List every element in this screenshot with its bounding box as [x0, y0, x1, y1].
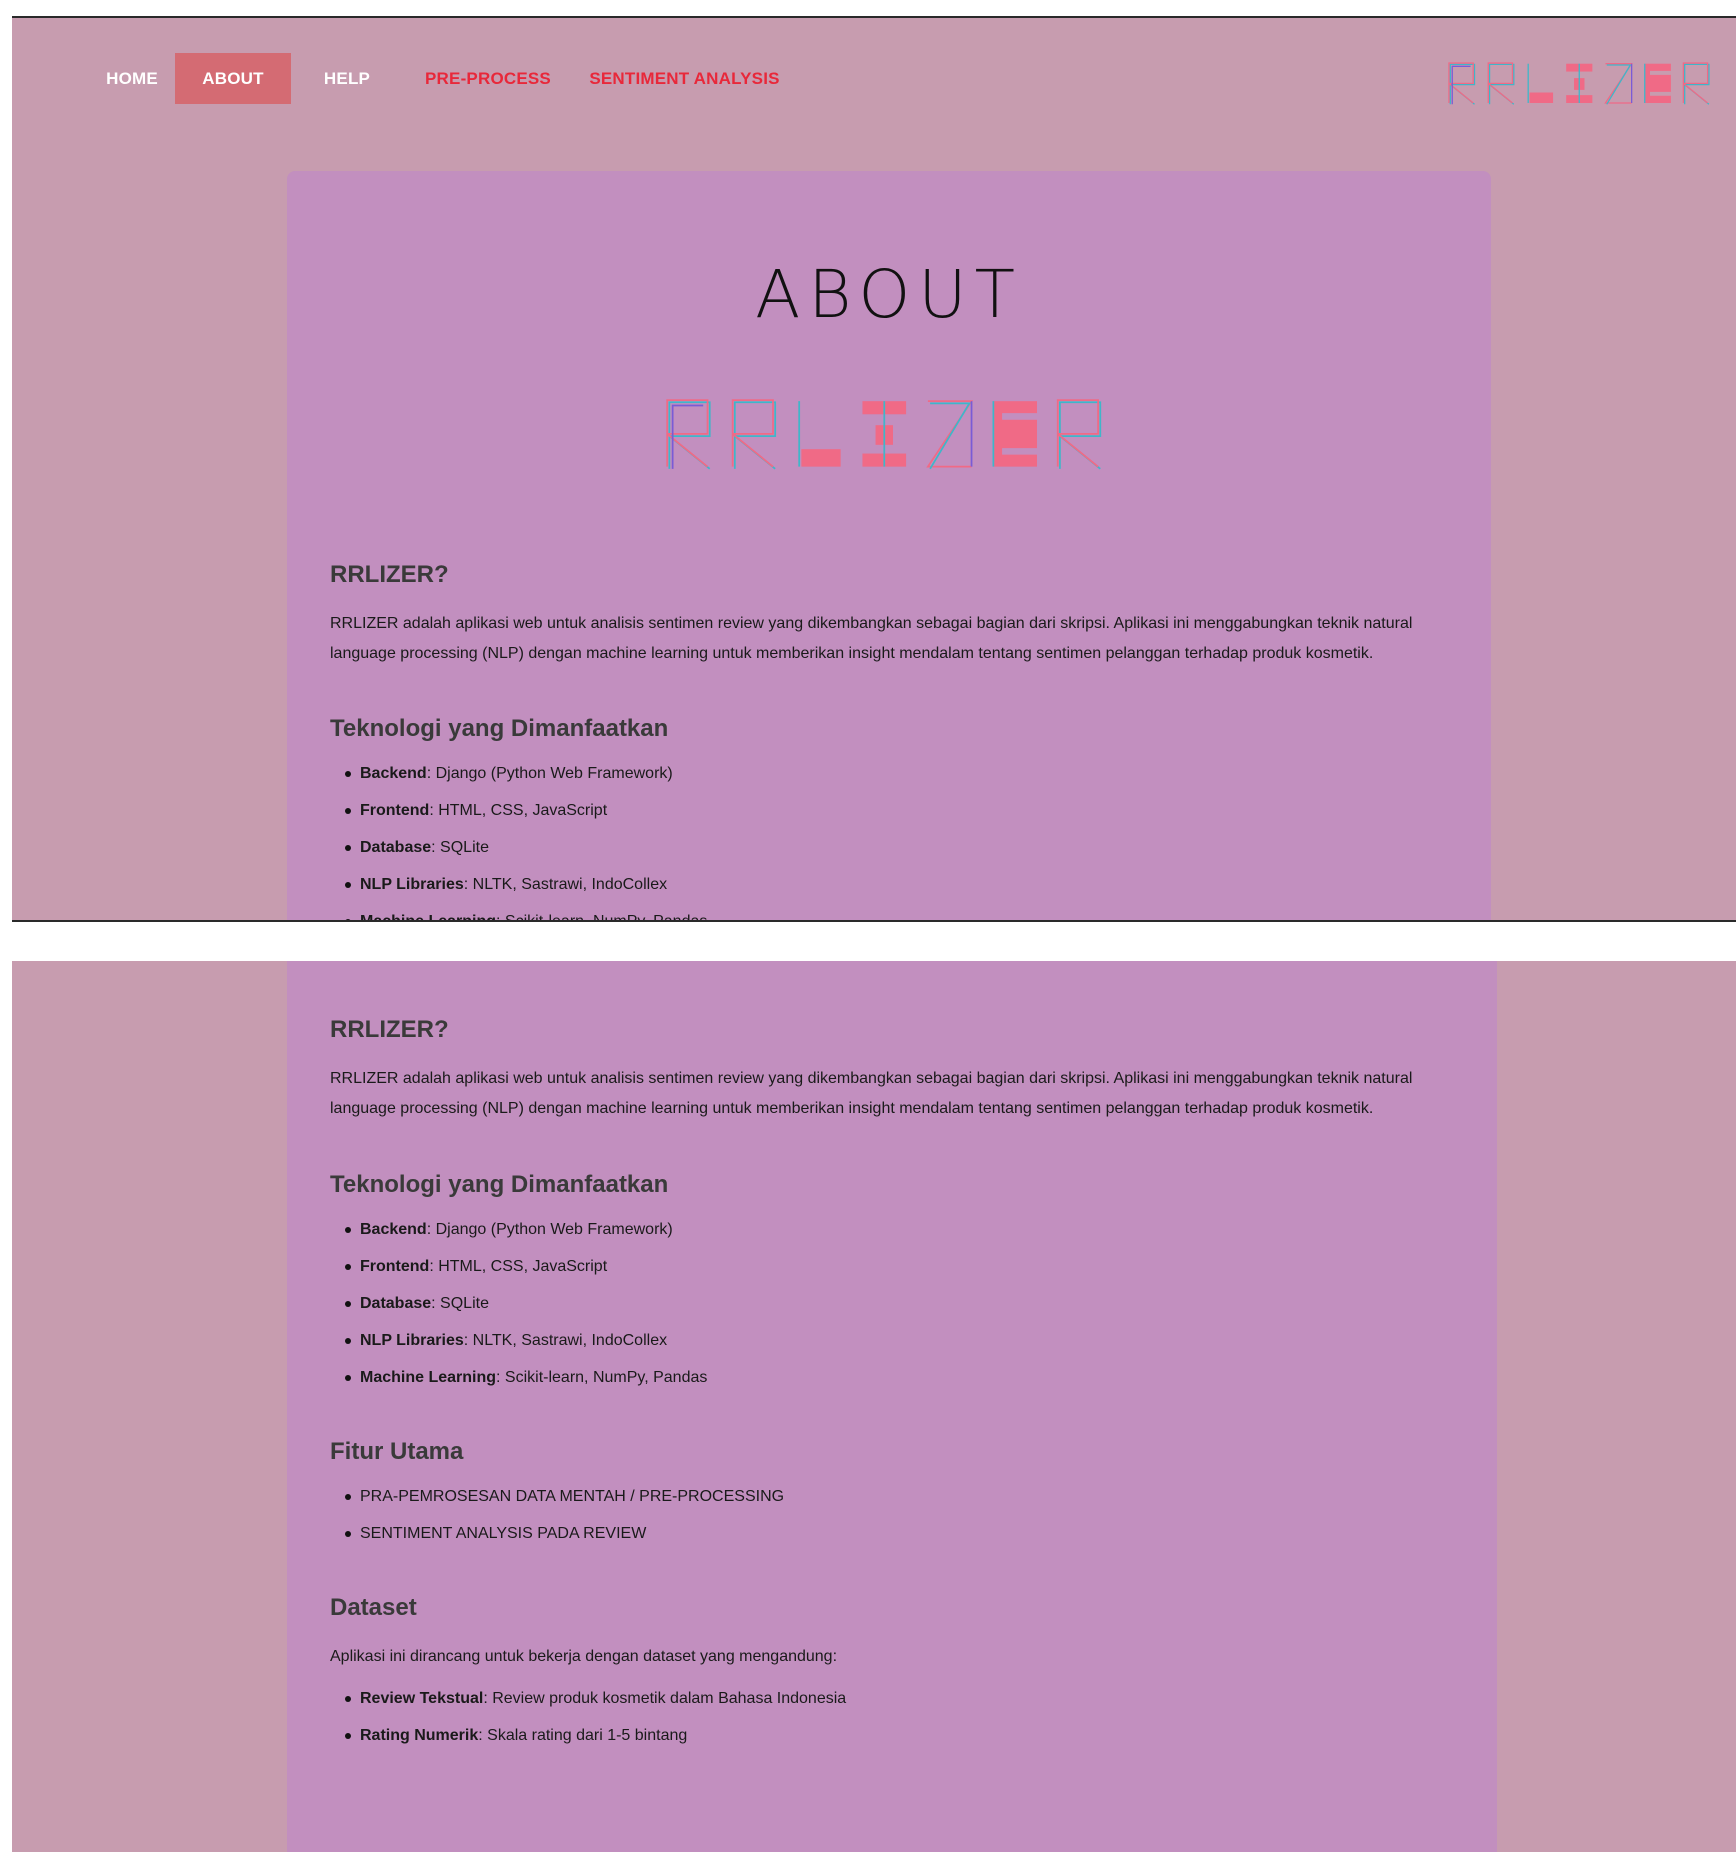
intro-line-2: language processing (NLP) dengan machine… — [330, 645, 1374, 662]
list-item: Review Tekstual: Review produk kosmetik … — [345, 1680, 1460, 1717]
intro-line-2: language processing (NLP) dengan machine… — [330, 1100, 1374, 1117]
intro-line-1: RRLIZER adalah aplikasi web untuk analis… — [330, 1070, 1413, 1087]
dataset-list: Review Tekstual: Review produk kosmetik … — [330, 1680, 1460, 1754]
about-content-scrolled: RRLIZER? RRLIZER adalah aplikasi web unt… — [330, 1016, 1460, 1754]
list-item: Backend: Django (Python Web Framework) — [345, 1211, 1460, 1248]
nav-home[interactable]: HOME — [82, 53, 182, 104]
list-item: Machine Learning: Scikit-learn, NumPy, P… — [345, 903, 1460, 920]
heading-intro: RRLIZER? — [330, 1016, 449, 1043]
about-card-scrolled: RRLIZER? RRLIZER adalah aplikasi web unt… — [287, 961, 1497, 1852]
about-content: RRLIZER? RRLIZER adalah aplikasi web unt… — [330, 561, 1460, 920]
intro-paragraph: RRLIZER adalah aplikasi web untuk analis… — [330, 609, 1460, 669]
nav-help[interactable]: HELP — [312, 53, 382, 104]
list-item: Machine Learning: Scikit-learn, NumPy, P… — [345, 1359, 1460, 1396]
list-item: Frontend: HTML, CSS, JavaScript — [345, 1248, 1460, 1285]
list-item: Frontend: HTML, CSS, JavaScript — [345, 792, 1460, 829]
nav-sentiment-analysis[interactable]: SENTIMENT ANALYSIS — [582, 53, 787, 104]
nav-pre-process[interactable]: PRE-PROCESS — [418, 53, 558, 104]
about-logo — [666, 399, 1102, 470]
nav-about[interactable]: ABOUT — [175, 53, 291, 104]
list-item: Database: SQLite — [345, 1285, 1460, 1322]
brand-logo[interactable] — [1447, 60, 1722, 108]
intro-line-1: RRLIZER adalah aplikasi web untuk analis… — [330, 615, 1413, 632]
heading-dataset: Dataset — [330, 1594, 417, 1621]
list-item: NLP Libraries: NLTK, Sastrawi, IndoColle… — [345, 1322, 1460, 1359]
tech-list: Backend: Django (Python Web Framework) F… — [330, 755, 1460, 920]
page-viewport-top: HOME ABOUT HELP PRE-PROCESS SENTIMENT AN… — [12, 16, 1736, 922]
heading-intro: RRLIZER? — [330, 561, 449, 588]
heading-features: Fitur Utama — [330, 1438, 464, 1465]
list-item: Backend: Django (Python Web Framework) — [345, 755, 1460, 792]
tech-list: Backend: Django (Python Web Framework) F… — [330, 1211, 1460, 1396]
features-list: PRA-PEMROSESAN DATA MENTAH / PRE-PROCESS… — [330, 1478, 1460, 1552]
list-item: Database: SQLite — [345, 829, 1460, 866]
list-item: SENTIMENT ANALYSIS PADA REVIEW — [345, 1515, 1460, 1552]
intro-paragraph: RRLIZER adalah aplikasi web untuk analis… — [330, 1064, 1460, 1124]
navbar: HOME ABOUT HELP PRE-PROCESS SENTIMENT AN… — [12, 18, 1736, 140]
page-viewport-scrolled: RRLIZER? RRLIZER adalah aplikasi web unt… — [12, 961, 1736, 1852]
about-card: ABOUT RRLIZER? RRLIZER adalah aplikasi w… — [287, 171, 1491, 920]
page-title: ABOUT — [755, 256, 1023, 333]
list-item: PRA-PEMROSESAN DATA MENTAH / PRE-PROCESS… — [345, 1478, 1460, 1515]
heading-tech: Teknologi yang Dimanfaatkan — [330, 1171, 669, 1198]
list-item: NLP Libraries: NLTK, Sastrawi, IndoColle… — [345, 866, 1460, 903]
dataset-intro: Aplikasi ini dirancang untuk bekerja den… — [330, 1648, 838, 1665]
heading-tech: Teknologi yang Dimanfaatkan — [330, 715, 669, 742]
list-item: Rating Numerik: Skala rating dari 1-5 bi… — [345, 1717, 1460, 1754]
